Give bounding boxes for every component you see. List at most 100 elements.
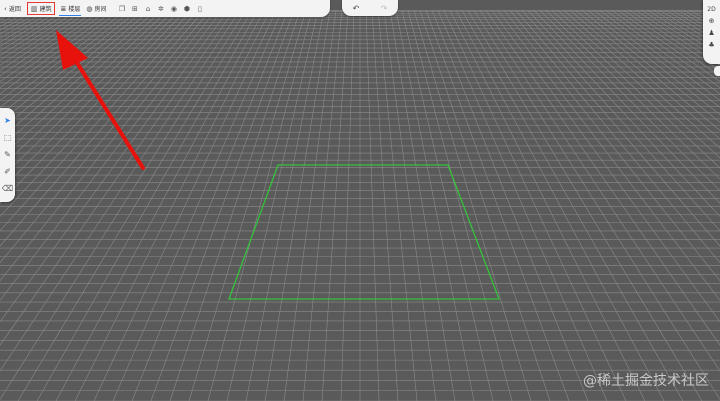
eraser-icon[interactable]: ⌫ — [1, 180, 14, 197]
settings-icon[interactable]: ✲ — [154, 0, 167, 17]
pencil-icon[interactable]: ✎ — [1, 146, 14, 163]
grid-line — [0, 9, 55, 43]
grid-line — [365, 9, 380, 401]
top-toolbar: ‹ 返回 ▥ 建筑 ≣ 楼层 ◍ 房间 ❐ ⊞ ⌂ ✲ ◉ ⬢ ▯ — [0, 0, 330, 17]
grid-line — [302, 9, 343, 401]
view-panel: 2D ⊕ ♟ ♣ — [703, 0, 720, 64]
grid-line — [0, 9, 247, 400]
grid-line — [0, 9, 223, 301]
grid-line — [377, 9, 418, 401]
right-panel-handle[interactable] — [714, 66, 720, 76]
room-tab[interactable]: ◍ 房间 — [83, 0, 109, 17]
grid-line — [17, 9, 253, 401]
room-label: 房间 — [94, 6, 107, 13]
building-label: 建筑 — [39, 6, 52, 13]
grid-line — [611, 9, 720, 88]
person-icon[interactable]: ♟ — [708, 27, 714, 39]
grid-line — [0, 9, 169, 169]
left-toolbar: ➤ ⬚ ✎ ✐ ⌫ — [0, 108, 15, 202]
floor-tab[interactable]: ≣ 楼层 — [57, 0, 83, 17]
grid-line — [533, 9, 720, 204]
building-icon: ▥ — [30, 4, 38, 13]
grid-line — [264, 9, 331, 401]
grid-line — [431, 9, 589, 401]
grid-line — [581, 9, 720, 123]
layers-icon: ≣ — [60, 4, 67, 13]
grid-line — [509, 9, 720, 264]
grid-line — [527, 9, 720, 217]
annotation-arrow — [56, 30, 145, 170]
grid-line — [112, 9, 283, 401]
grid-line — [36, 9, 259, 401]
grid-line — [0, 9, 79, 61]
grid-line — [551, 9, 720, 169]
grid-line — [0, 9, 49, 39]
room-icon: ◍ — [86, 4, 93, 13]
grid-line — [0, 9, 91, 71]
grid-line — [0, 9, 199, 232]
grid-line — [0, 9, 7, 14]
view-mode-toggle[interactable]: 2D — [707, 3, 715, 15]
grid-line — [659, 9, 720, 47]
grid-line — [245, 9, 325, 401]
grid-line — [515, 9, 720, 247]
redo-icon[interactable]: ↷ — [381, 4, 388, 13]
grid-line — [419, 9, 551, 401]
grid-line — [340, 9, 355, 401]
box-icon[interactable]: ⬢ — [180, 0, 193, 17]
grid-line — [455, 9, 665, 401]
grid-line — [395, 9, 475, 401]
grid-line — [169, 9, 301, 401]
grid-line — [413, 9, 532, 401]
grid-line — [207, 9, 313, 401]
compass-icon[interactable]: ⊕ — [709, 15, 715, 27]
grid-line — [0, 9, 139, 123]
add-icon[interactable]: ⊞ — [128, 0, 141, 17]
3d-viewport[interactable]: ‹ 返回 ▥ 建筑 ≣ 楼层 ◍ 房间 ❐ ⊞ ⌂ ✲ ◉ ⬢ ▯ ↶ ↷ 2D… — [0, 0, 720, 401]
grid-line — [407, 9, 513, 401]
grid-line — [0, 9, 217, 282]
edit-icon[interactable]: ✐ — [1, 163, 14, 180]
grid-line — [521, 9, 720, 232]
grid-line — [0, 9, 1, 11]
grid-line — [461, 9, 684, 401]
floor-outline[interactable] — [228, 164, 500, 300]
grid-line — [283, 9, 337, 401]
box-select-icon[interactable]: ⬚ — [1, 129, 14, 146]
grid-line — [0, 9, 157, 149]
back-button[interactable]: ‹ 返回 — [0, 0, 24, 17]
grid-line — [563, 9, 720, 149]
chevron-left-icon: ‹ — [4, 4, 7, 13]
grid-line — [321, 9, 349, 401]
eye-icon[interactable]: ◉ — [167, 0, 180, 17]
grid-line — [497, 9, 720, 301]
tree-icon[interactable]: ♣ — [708, 39, 714, 51]
grid-line — [629, 9, 720, 71]
grid-line — [0, 9, 193, 217]
select-arrow-icon[interactable]: ➤ — [1, 112, 14, 129]
grid-line — [0, 9, 187, 204]
grid-line — [389, 9, 456, 401]
back-label: 返回 — [8, 6, 21, 13]
history-controls: ↶ ↷ — [342, 0, 398, 16]
floor-grid — [0, 9, 720, 401]
grid-line — [0, 9, 109, 88]
grid-line — [0, 9, 61, 47]
delete-icon[interactable]: ▯ — [193, 0, 206, 17]
grid-line — [371, 9, 399, 401]
undo-icon[interactable]: ↶ — [353, 4, 360, 13]
perspective-grid — [0, 9, 720, 401]
grid-line — [0, 9, 211, 264]
copy-icon[interactable]: ❐ — [115, 0, 128, 17]
grid-line — [473, 9, 720, 400]
store-icon[interactable]: ⌂ — [141, 0, 154, 17]
grid-line — [671, 9, 720, 39]
watermark: @稀土掘金技术社区 — [583, 373, 709, 389]
grid-line — [467, 9, 703, 401]
grid-line — [0, 9, 25, 24]
grid-line — [383, 9, 437, 401]
grid-line — [665, 9, 720, 43]
floor-label: 楼层 — [68, 6, 81, 13]
grid-line — [188, 9, 307, 401]
building-tab[interactable]: ▥ 建筑 — [26, 2, 56, 15]
